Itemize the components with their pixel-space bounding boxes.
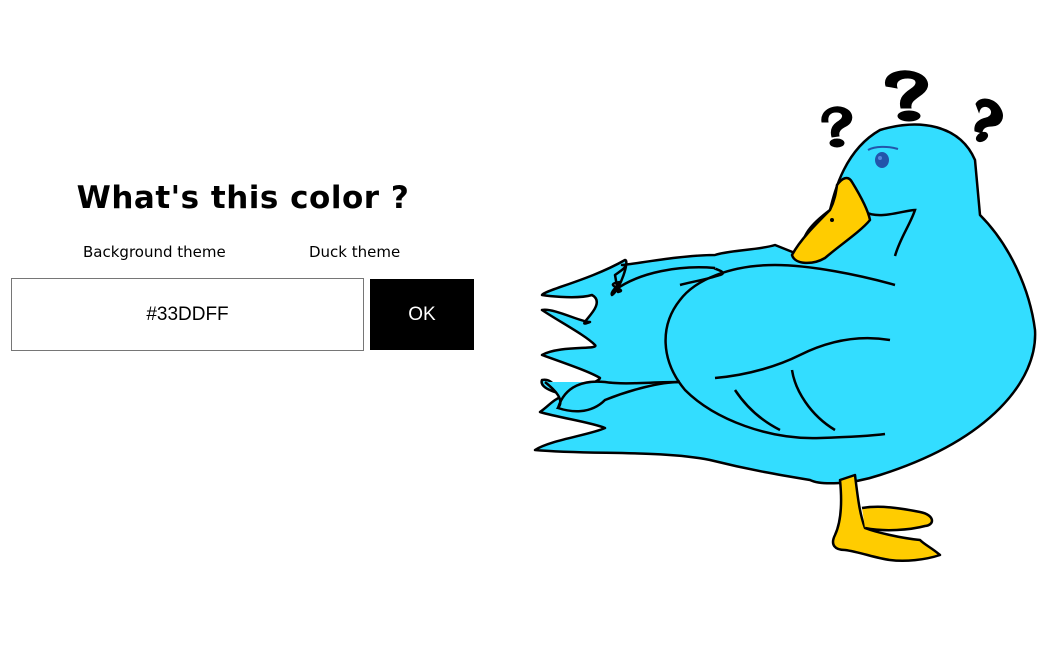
duck-eye — [875, 152, 889, 168]
ok-button[interactable]: OK — [370, 279, 474, 350]
duck-illustration — [530, 60, 1050, 570]
duck-body — [533, 123, 1037, 485]
page-title: What's this color ? — [76, 180, 410, 216]
tab-duck-theme[interactable]: Duck theme — [309, 243, 400, 261]
page: What's this color ? Background theme Duc… — [0, 0, 1053, 667]
confused-duck-image — [533, 70, 1037, 563]
tab-background-theme[interactable]: Background theme — [83, 243, 226, 261]
color-input[interactable] — [11, 278, 364, 351]
